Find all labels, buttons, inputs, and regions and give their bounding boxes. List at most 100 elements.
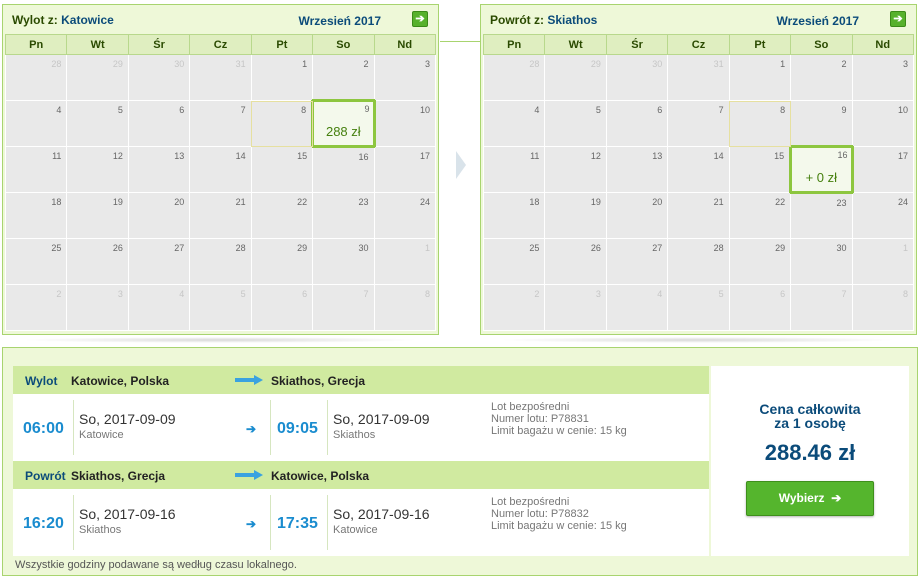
calendar-day[interactable]: 12 bbox=[66, 146, 129, 193]
calendar-day[interactable]: 1 bbox=[250, 54, 314, 101]
calendar-day[interactable]: 13 bbox=[605, 146, 669, 193]
next-month-button[interactable]: ➔ bbox=[412, 11, 428, 27]
calendar-day[interactable]: 21 bbox=[667, 192, 730, 239]
arrival-time: 17:35 bbox=[277, 515, 318, 532]
calendar-day[interactable]: 18 bbox=[482, 192, 546, 239]
calendar-connector bbox=[440, 41, 480, 42]
day-number: 2 bbox=[56, 289, 62, 299]
flight-number: Numer lotu: P78831 bbox=[491, 413, 589, 425]
day-number: 30 bbox=[836, 243, 847, 253]
calendar-day[interactable]: 6 bbox=[605, 100, 669, 147]
calendar-day[interactable]: 11 bbox=[482, 146, 546, 193]
day-number: 3 bbox=[902, 59, 908, 69]
calendar-day[interactable]: 12 bbox=[544, 146, 607, 193]
calendar-day[interactable]: 19 bbox=[544, 192, 607, 239]
calendar-day-outside: 5 bbox=[189, 284, 252, 331]
calendar-day[interactable]: 10 bbox=[373, 100, 437, 147]
calendar-day[interactable]: 17 bbox=[373, 146, 437, 193]
calendar-day-outside: 30 bbox=[605, 54, 669, 101]
calendar-day[interactable]: 16 bbox=[312, 146, 375, 193]
select-button[interactable]: Wybierz ➔ bbox=[746, 481, 874, 516]
calendar-day[interactable]: 11 bbox=[4, 146, 68, 193]
calendar-day[interactable]: 23 bbox=[790, 192, 853, 239]
day-number: 24 bbox=[419, 197, 430, 207]
calendar-day[interactable]: 26 bbox=[66, 238, 129, 285]
chevron-right-icon bbox=[456, 151, 466, 179]
calendar-day-selected[interactable]: 9 288 zł bbox=[311, 99, 376, 148]
calendar-day[interactable]: 28 bbox=[189, 238, 252, 285]
day-number: 16 bbox=[358, 152, 369, 162]
calendar-day[interactable]: 25 bbox=[482, 238, 546, 285]
day-number: 23 bbox=[836, 198, 847, 208]
calendar-day[interactable]: 7 bbox=[189, 100, 252, 147]
day-number: 3 bbox=[117, 289, 123, 299]
calendar-grid: Pn Wt Śr Cz Pt So Nd 28 29 30 31 1 2 3 4 5 6 7 8 9 10 11 12 13… bbox=[482, 34, 915, 331]
calendar-day[interactable]: 7 bbox=[667, 100, 730, 147]
calendar-title: Powrót z: Skiathos bbox=[490, 13, 597, 27]
calendar-day[interactable]: 24 bbox=[851, 192, 915, 239]
calendar-day[interactable]: 24 bbox=[373, 192, 437, 239]
calendar-day[interactable]: 27 bbox=[127, 238, 191, 285]
calendar-day[interactable]: 4 bbox=[4, 100, 68, 147]
calendar-day[interactable]: 30 bbox=[790, 238, 853, 285]
calendar-day[interactable]: 20 bbox=[605, 192, 669, 239]
calendar-day[interactable]: 3 bbox=[851, 54, 915, 101]
calendar-day[interactable]: 29 bbox=[250, 238, 314, 285]
route-arrow-icon bbox=[235, 375, 263, 385]
calendar-day-outside: 2 bbox=[482, 284, 546, 331]
calendar-day[interactable]: 15 bbox=[728, 146, 792, 193]
calendar-day[interactable]: 14 bbox=[667, 146, 730, 193]
calendar-day-outside: 4 bbox=[605, 284, 669, 331]
day-number: 24 bbox=[897, 197, 908, 207]
calendar-day[interactable]: 28 bbox=[667, 238, 730, 285]
day-number: 28 bbox=[235, 243, 246, 253]
day-number: 13 bbox=[174, 151, 185, 161]
calendar-day[interactable]: 10 bbox=[851, 100, 915, 147]
day-number: 7 bbox=[718, 105, 724, 115]
calendar-day-outside: 2 bbox=[4, 284, 68, 331]
calendar-day[interactable]: 25 bbox=[4, 238, 68, 285]
calendar-day[interactable]: 20 bbox=[127, 192, 191, 239]
calendar-day[interactable]: 13 bbox=[127, 146, 191, 193]
calendar-day[interactable]: 21 bbox=[189, 192, 252, 239]
day-number: 10 bbox=[419, 105, 430, 115]
calendar-day[interactable]: 5 bbox=[544, 100, 607, 147]
arrow-right-icon: ➔ bbox=[831, 491, 842, 505]
total-price-label: Cena całkowita za 1 osobę bbox=[711, 402, 909, 430]
calendar-day[interactable]: 26 bbox=[544, 238, 607, 285]
calendar-day[interactable]: 14 bbox=[189, 146, 252, 193]
calendar-day[interactable]: 22 bbox=[250, 192, 314, 239]
calendar-title-label: Powrót z: bbox=[490, 13, 544, 27]
next-month-button[interactable]: ➔ bbox=[890, 11, 906, 27]
weekday-header: So bbox=[790, 34, 853, 55]
day-number: 8 bbox=[301, 105, 307, 115]
calendar-day[interactable]: 8 bbox=[728, 100, 792, 147]
select-button-label: Wybierz bbox=[778, 491, 825, 505]
day-number: 1 bbox=[302, 59, 308, 69]
calendar-day[interactable]: 17 bbox=[851, 146, 915, 193]
calendar-day[interactable]: 23 bbox=[312, 192, 375, 239]
calendar-day[interactable]: 2 bbox=[312, 54, 375, 101]
day-number: 18 bbox=[529, 197, 540, 207]
calendar-day[interactable]: 29 bbox=[728, 238, 792, 285]
calendar-day[interactable]: 15 bbox=[250, 146, 314, 193]
calendar-day[interactable]: 9 bbox=[790, 100, 853, 147]
calendar-day[interactable]: 8 bbox=[250, 100, 314, 147]
calendar-day[interactable]: 4 bbox=[482, 100, 546, 147]
calendar-day[interactable]: 18 bbox=[4, 192, 68, 239]
calendar-day[interactable]: 19 bbox=[66, 192, 129, 239]
calendar-day[interactable]: 1 bbox=[728, 54, 792, 101]
calendar-day[interactable]: 22 bbox=[728, 192, 792, 239]
calendar-day-outside: 3 bbox=[66, 284, 129, 331]
calendar-day[interactable]: 6 bbox=[127, 100, 191, 147]
calendar-day[interactable]: 27 bbox=[605, 238, 669, 285]
calendar-day-selected[interactable]: 16 + 0 zł bbox=[789, 145, 854, 194]
calendar-day[interactable]: 2 bbox=[790, 54, 853, 101]
day-number: 6 bbox=[780, 289, 786, 299]
day-number: 30 bbox=[174, 59, 185, 69]
calendar-day[interactable]: 30 bbox=[312, 238, 375, 285]
departure-city: Skiathos bbox=[79, 524, 122, 536]
calendar-day[interactable]: 5 bbox=[66, 100, 129, 147]
calendar-day[interactable]: 3 bbox=[373, 54, 437, 101]
day-number: 30 bbox=[358, 243, 369, 253]
